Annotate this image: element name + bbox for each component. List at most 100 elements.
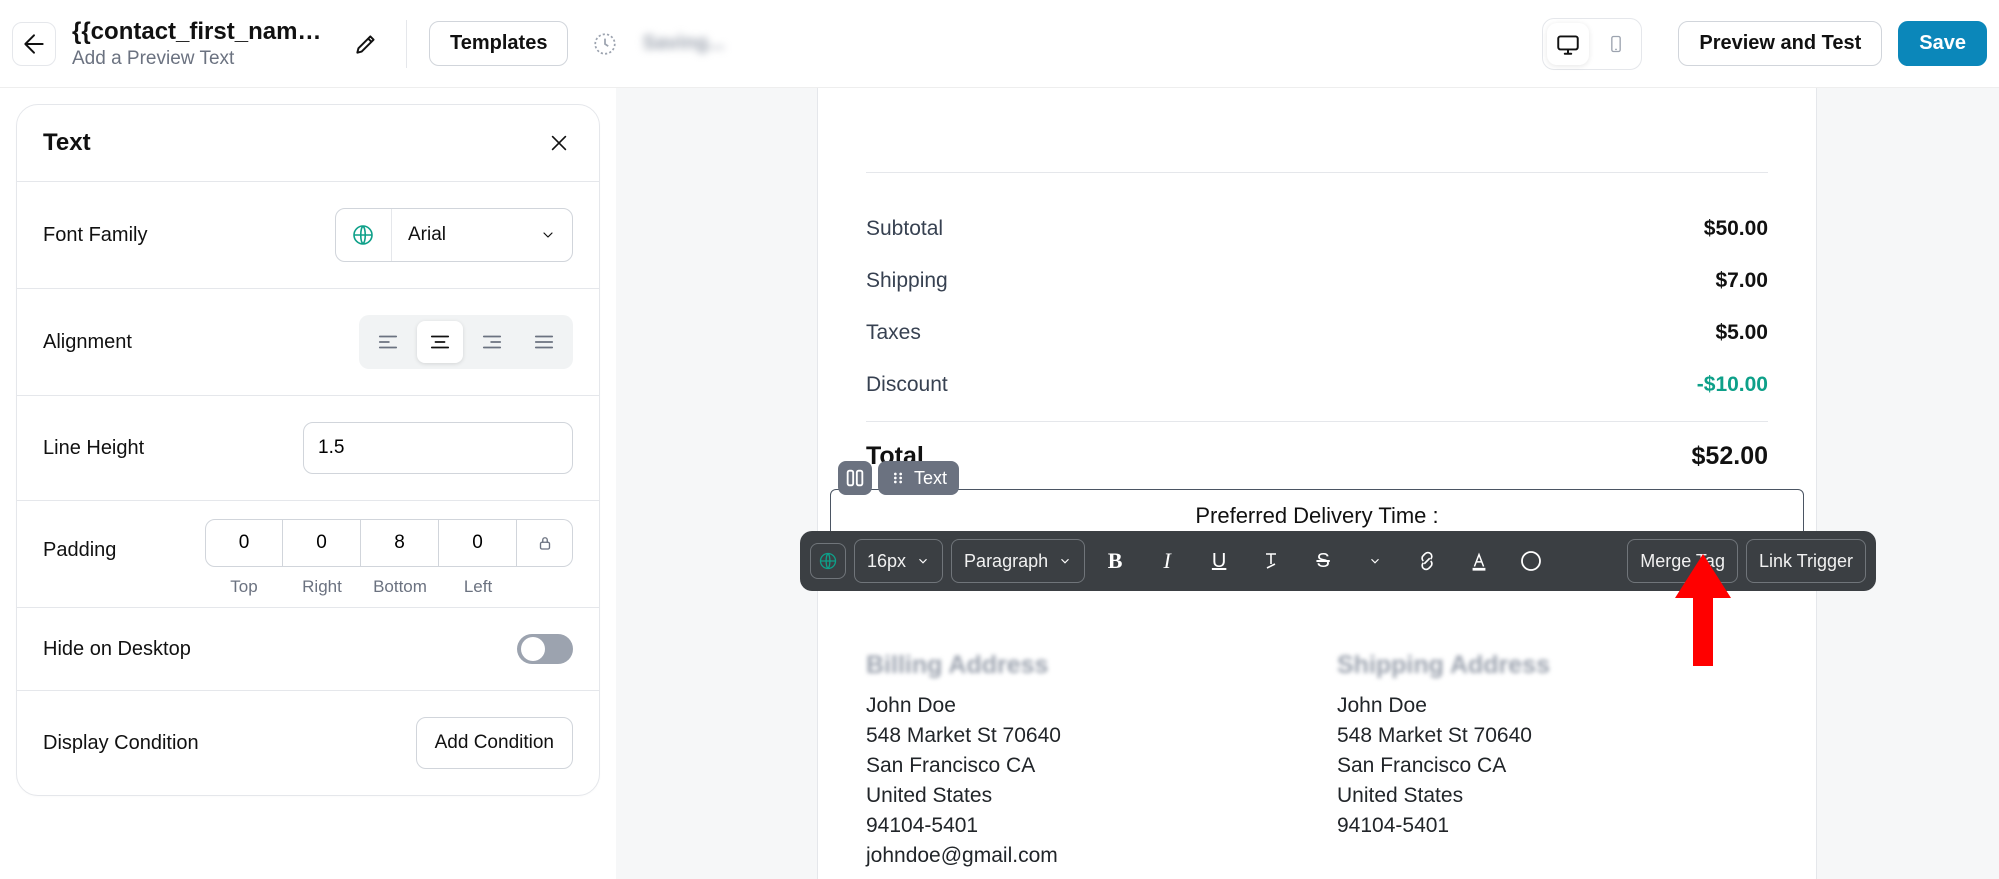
align-justify-button[interactable] [521,321,567,363]
italic-button[interactable]: I [1145,539,1189,583]
merge-tag-button[interactable]: Merge Tag [1627,539,1738,583]
lock-icon [536,534,554,552]
properties-panel: Text Font Family Arial [0,88,616,879]
panel-close-button[interactable] [545,129,573,157]
globe-icon [818,551,838,571]
align-right-icon [481,333,503,351]
chevron-down-icon [540,227,556,243]
billing-column: Billing Address John Doe 548 Market St 7… [866,651,1297,874]
taxes-value: $5.00 [1715,321,1768,345]
billing-line: United States [866,784,1297,808]
email-document[interactable]: Subtotal$50.00 Shipping$7.00 Taxes$5.00 … [818,88,1816,879]
padding-top-input[interactable] [205,519,283,567]
font-family-value: Arial [408,224,446,246]
padding-label: Padding [43,527,116,562]
padding-right-input[interactable] [283,519,361,567]
block-type-value: Paragraph [964,551,1048,572]
page-title[interactable]: {{contact_first_nam… [72,18,332,46]
padding-inputs: Top Right Bottom Left [205,519,573,597]
line-height-label: Line Height [43,437,144,460]
total-row: Total $52.00 [818,422,1816,471]
desktop-view-button[interactable] [1547,23,1589,65]
align-justify-icon [533,333,555,351]
global-style-button[interactable] [810,543,846,579]
subtotal-label: Subtotal [866,217,943,241]
save-button[interactable]: Save [1898,21,1987,66]
display-condition-row: Display Condition Add Condition [17,691,599,795]
underline-button[interactable]: U [1197,539,1241,583]
billing-line: San Francisco CA [866,754,1297,778]
templates-button[interactable]: Templates [429,21,568,66]
font-family-label: Font Family [43,224,147,247]
padding-right-caption: Right [283,577,361,597]
block-type-chip[interactable]: Text [878,461,959,495]
block-type-chip-label: Text [914,468,947,489]
columns-icon [844,467,866,489]
billing-line: John Doe [866,694,1297,718]
link-trigger-button[interactable]: Link Trigger [1746,539,1866,583]
bold-button[interactable]: B [1093,539,1137,583]
text-color-button[interactable] [1457,539,1501,583]
padding-bottom-caption: Bottom [361,577,439,597]
display-condition-label: Display Condition [43,732,199,755]
order-summary: Subtotal$50.00 Shipping$7.00 Taxes$5.00 … [818,173,1816,421]
shipping-line: 94104-5401 [1337,814,1768,838]
globe-icon-wrapper [336,209,392,261]
subtotal-value: $50.00 [1704,217,1768,241]
history-timestamp-blurred: Saving... [642,32,724,55]
align-left-button[interactable] [365,321,411,363]
device-toggle [1542,18,1642,70]
preview-text-placeholder[interactable]: Add a Preview Text [72,48,332,70]
line-height-input[interactable] [303,422,573,474]
shipping-title: Shipping Address [1337,651,1768,680]
back-button[interactable] [12,22,56,66]
strike-dropdown[interactable] [1353,539,1397,583]
taxes-label: Taxes [866,321,921,345]
line-height-row: Line Height [17,396,599,501]
shipping-column: Shipping Address John Doe 548 Market St … [1337,651,1768,874]
shipping-line: San Francisco CA [1337,754,1768,778]
billing-line: 548 Market St 70640 [866,724,1297,748]
font-family-select[interactable]: Arial [335,208,573,262]
block-columns-button[interactable] [838,461,872,495]
pencil-icon [353,31,379,57]
clear-formatting-button[interactable] [1249,539,1293,583]
font-size-select[interactable]: 16px [854,539,943,583]
mobile-icon [1606,31,1626,57]
edit-title-button[interactable] [348,26,384,62]
align-center-button[interactable] [417,321,463,363]
mobile-view-button[interactable] [1595,23,1637,65]
chevron-down-icon [916,554,930,568]
addresses-section: Billing Address John Doe 548 Market St 7… [818,621,1816,874]
hide-on-desktop-toggle[interactable] [517,634,573,664]
top-bar: {{contact_first_nam… Add a Preview Text … [0,0,1999,88]
canvas[interactable]: Subtotal$50.00 Shipping$7.00 Taxes$5.00 … [616,88,1999,879]
align-right-button[interactable] [469,321,515,363]
link-icon [1416,550,1438,572]
font-family-row: Font Family Arial [17,182,599,289]
globe-icon [351,223,375,247]
total-value: $52.00 [1692,442,1768,471]
strike-icon: S [1316,550,1329,573]
block-type-select[interactable]: Paragraph [951,539,1085,583]
padding-left-input[interactable] [439,519,517,567]
link-button[interactable] [1405,539,1449,583]
padding-lock-button[interactable] [517,519,573,567]
preview-and-test-button[interactable]: Preview and Test [1678,21,1882,66]
bold-icon: B [1108,548,1123,574]
billing-line: johndoe@gmail.com [866,844,1297,868]
shipping-line: John Doe [1337,694,1768,718]
strikethrough-button[interactable]: S [1301,539,1345,583]
drag-handle-icon [890,470,906,486]
shipping-label: Shipping [866,269,948,293]
padding-bottom-input[interactable] [361,519,439,567]
panel-header: Text [17,105,599,182]
add-condition-button[interactable]: Add Condition [416,717,573,769]
bg-color-button[interactable] [1509,539,1553,583]
align-center-icon [429,333,451,351]
text-toolbar: 16px Paragraph B I U S [800,531,1876,591]
shipping-value: $7.00 [1715,269,1768,293]
history-button[interactable] [584,23,626,65]
font-size-value: 16px [867,551,906,572]
align-left-icon [377,333,399,351]
